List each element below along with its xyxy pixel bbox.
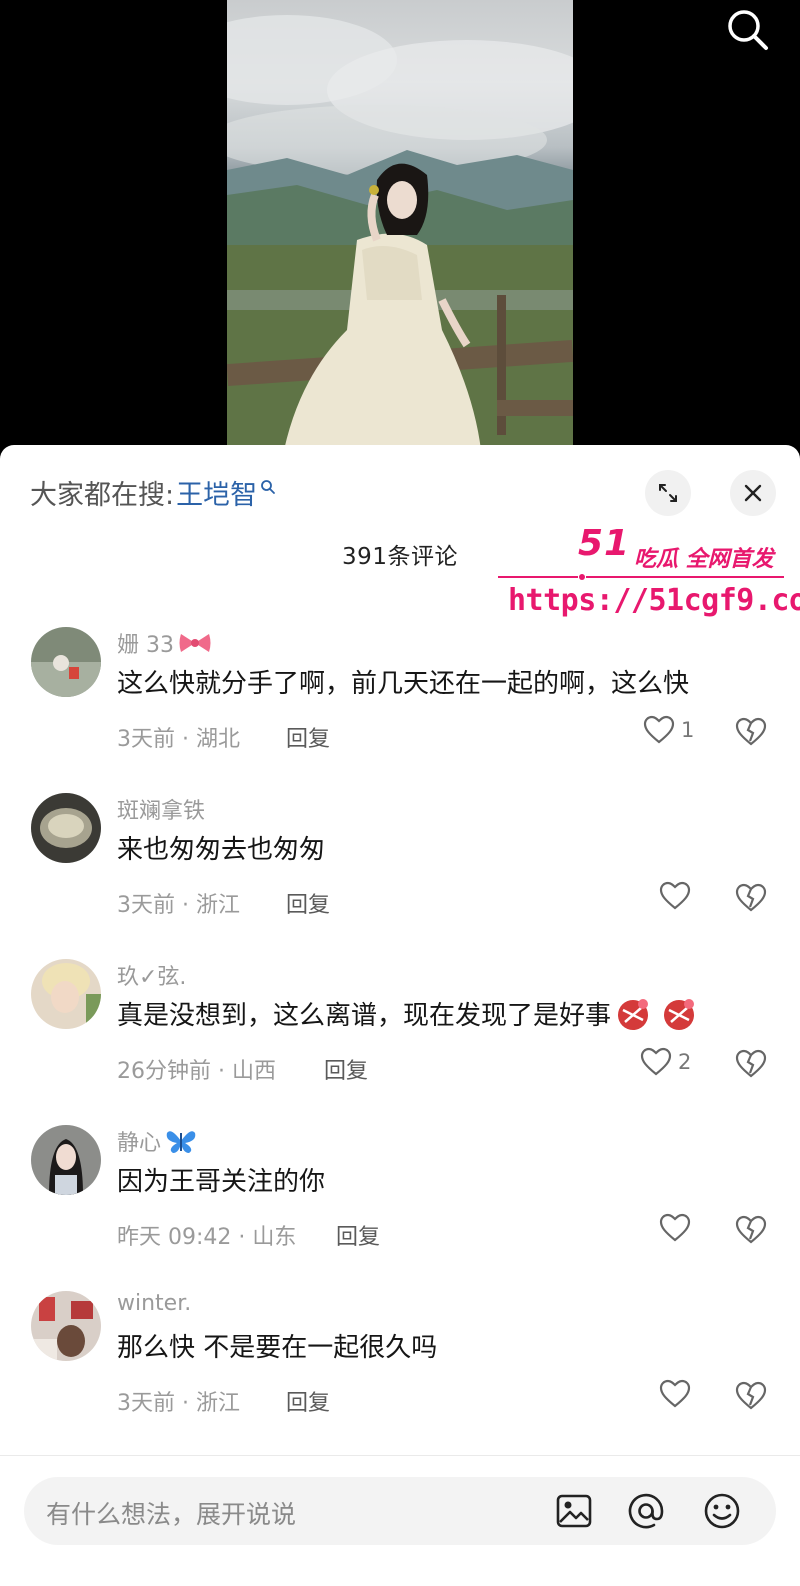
comment-meta: 26分钟前 · 山西 [117,1059,276,1084]
comment-meta: 3天前 · 浙江 [117,1391,240,1416]
comment-item: 静心 因为王哥关注的你 昨天 09:42 · 山东 回复 [0,1113,800,1279]
video-scene-illustration [227,15,573,460]
avatar[interactable] [31,1125,101,1195]
search-suggestion[interactable]: 大家都在搜: 王垲智 [30,473,276,512]
reply-button[interactable]: 回复 [324,1053,368,1085]
broken-heart-icon [735,1381,767,1410]
broken-heart-icon [735,1049,767,1078]
app-screen: 大家都在搜: 王垲智 391条评论 51 吃瓜 全网首发 https://51c… [0,0,800,1586]
comment-text: 真是没想到，这么离谱，现在发现了是好事 [117,995,703,1032]
reply-button[interactable]: 回复 [286,887,330,919]
expand-button[interactable] [645,470,691,516]
emoji-icon[interactable] [702,1491,742,1531]
suggestion-keyword[interactable]: 王垲智 [176,473,257,512]
comment-item: 姗 33 这么快就分手了啊，前几天还在一起的啊，这么快 3天前 · 湖北 回复 [0,615,800,781]
comment-item: winter. 那么快 不是要在一起很久吗 3天前 · 浙江 回复 [0,1279,800,1445]
heart-icon [643,715,675,744]
like-button[interactable]: 1 [643,715,694,745]
heart-icon [640,1047,672,1076]
comment-meta: 3天前 · 浙江 [117,893,240,918]
watermark-tag: 吃瓜 全网首发 [634,547,774,572]
suggestion-prefix: 大家都在搜: [30,480,175,511]
search-icon [261,479,276,494]
heart-icon [659,1213,691,1242]
comment-username[interactable]: 姗 33 [117,627,212,659]
like-button[interactable]: 2 [640,1047,691,1077]
comment-text: 这么快就分手了啊，前几天还在一起的啊，这么快 [117,669,690,699]
image-icon[interactable] [554,1491,594,1531]
at-icon[interactable] [626,1491,666,1531]
comment-username[interactable]: 玖✓弦. [117,959,186,991]
comment-username[interactable]: winter. [117,1291,191,1316]
comment-text: 因为王哥关注的你 [117,1167,326,1197]
comment-text: 那么快 不是要在一起很久吗 [117,1333,438,1363]
avatar[interactable] [31,793,101,863]
video-frame[interactable] [227,0,573,460]
comment-meta: 3天前 · 湖北 [117,727,240,752]
reply-button[interactable]: 回复 [286,1385,330,1417]
comment-input-placeholder: 有什么想法，展开说说 [46,1500,297,1529]
comment-item: 斑斓拿铁 来也匆匆去也匆匆 3天前 · 浙江 回复 [0,781,800,947]
watermark-brand: 51 [578,523,631,564]
watermark-url: https://51cgf9.com [508,583,800,618]
watermark-line-decoration [498,574,784,580]
broken-heart-icon [735,1215,767,1244]
like-button[interactable] [659,1213,691,1243]
avatar[interactable] [31,1291,101,1361]
comment-list: 姗 33 这么快就分手了啊，前几天还在一起的啊，这么快 3天前 · 湖北 回复 [0,615,800,1445]
comment-item: 玖✓弦. 真是没想到，这么离谱，现在发现了是好事 26分钟前 · 山西 回复 2 [0,947,800,1113]
avatar[interactable] [31,959,101,1029]
close-icon [744,484,762,502]
comment-username[interactable]: 斑斓拿铁 [117,793,205,825]
heart-icon [659,1379,691,1408]
comment-meta: 昨天 09:42 · 山东 [117,1225,297,1250]
comment-text: 来也匆匆去也匆匆 [117,835,326,865]
like-count: 1 [681,718,695,742]
dislike-button[interactable] [735,1215,767,1249]
butterfly-icon [166,1131,196,1153]
like-button[interactable] [659,1379,691,1409]
heartbroken-emoji-icon [618,998,695,1030]
like-count: 2 [678,1050,692,1074]
like-button[interactable] [659,881,691,911]
dislike-button[interactable] [735,883,767,917]
comment-input[interactable]: 有什么想法，展开说说 [24,1477,776,1545]
bow-icon [179,634,211,652]
close-button[interactable] [730,470,776,516]
avatar[interactable] [31,627,101,697]
reply-button[interactable]: 回复 [336,1219,380,1251]
comment-username[interactable]: 静心 [117,1125,197,1157]
divider [0,1455,800,1456]
dislike-button[interactable] [735,1381,767,1415]
dislike-button[interactable] [735,1049,767,1083]
heart-icon [659,881,691,910]
search-icon[interactable] [724,6,772,54]
broken-heart-icon [735,883,767,912]
broken-heart-icon [735,717,767,746]
reply-button[interactable]: 回复 [286,721,330,753]
expand-icon [659,484,677,502]
comment-sheet: 大家都在搜: 王垲智 391条评论 51 吃瓜 全网首发 https://51c… [0,445,800,1586]
dislike-button[interactable] [735,717,767,751]
